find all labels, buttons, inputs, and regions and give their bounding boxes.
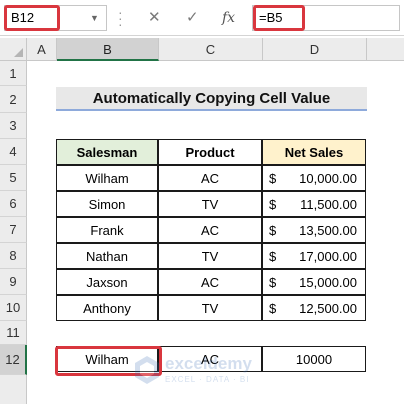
sales-amount: 12,500.00: [299, 301, 357, 316]
cell-product[interactable]: TV: [158, 191, 262, 217]
cell-net-sales[interactable]: $ 10,000.00: [262, 165, 366, 191]
column-header-b[interactable]: B: [57, 38, 159, 61]
row-header-7[interactable]: 7: [0, 217, 27, 243]
cell-net-sales[interactable]: $ 17,000.00: [262, 243, 366, 269]
cell-salesman[interactable]: Simon: [56, 191, 158, 217]
row-header-2[interactable]: 2: [0, 86, 27, 113]
sales-amount: 17,000.00: [299, 249, 357, 264]
cell-product[interactable]: AC: [158, 269, 262, 295]
currency-symbol: $: [269, 223, 277, 238]
sales-amount: 13,500.00: [299, 223, 357, 238]
name-box-highlight: [4, 5, 60, 31]
row-header-8[interactable]: 8: [0, 243, 27, 269]
sheet-title: Automatically Copying Cell Value: [56, 87, 367, 111]
copied-sales-cell[interactable]: 10000: [262, 346, 366, 372]
header-salesman[interactable]: Salesman: [56, 139, 158, 165]
currency-symbol: $: [269, 301, 277, 316]
row-header-3[interactable]: 3: [0, 113, 27, 139]
cell-product[interactable]: TV: [158, 295, 262, 321]
row-header-1[interactable]: 1: [0, 61, 27, 86]
sales-amount: 11,500.00: [300, 197, 357, 212]
row-header-13[interactable]: [0, 375, 27, 404]
header-net-sales[interactable]: Net Sales: [262, 139, 366, 165]
cell-net-sales[interactable]: $ 11,500.00: [262, 191, 366, 217]
formula-highlight: [253, 5, 305, 31]
select-all-button[interactable]: [0, 38, 27, 61]
sales-amount: 10,000.00: [299, 171, 357, 186]
cell-product[interactable]: AC: [158, 165, 262, 191]
cell-salesman[interactable]: Nathan: [56, 243, 158, 269]
row-header-4[interactable]: 4: [0, 139, 27, 165]
enter-icon[interactable]: ✓: [186, 8, 199, 28]
cell-net-sales[interactable]: $ 12,500.00: [262, 295, 366, 321]
row-header-6[interactable]: 6: [0, 191, 27, 217]
row-header-10[interactable]: 10: [0, 295, 27, 321]
cell-salesman[interactable]: Frank: [56, 217, 158, 243]
column-header-a[interactable]: A: [27, 38, 57, 61]
chevron-down-icon[interactable]: ▼: [90, 13, 99, 23]
currency-symbol: $: [269, 197, 277, 212]
watermark-tagline: EXCEL · DATA · BI: [165, 375, 250, 384]
cell-product[interactable]: TV: [158, 243, 262, 269]
column-header-d[interactable]: D: [263, 38, 367, 61]
insert-function-icon[interactable]: fx: [222, 8, 235, 28]
column-header-c[interactable]: C: [159, 38, 263, 61]
copied-product-cell[interactable]: AC: [158, 346, 262, 372]
drag-handle-icon[interactable]: · · ·: [118, 5, 123, 31]
active-cell-highlight: [55, 346, 162, 376]
header-product[interactable]: Product: [158, 139, 262, 165]
cell-salesman[interactable]: Wilham: [56, 165, 158, 191]
cell-salesman[interactable]: Jaxson: [56, 269, 158, 295]
cell-product[interactable]: AC: [158, 217, 262, 243]
column-header-e[interactable]: [367, 38, 404, 61]
row-header-12[interactable]: 12: [0, 345, 27, 375]
row-header-9[interactable]: 9: [0, 269, 27, 295]
row-header-11[interactable]: 11: [0, 321, 27, 345]
cancel-icon[interactable]: ✕: [148, 8, 161, 28]
cell-net-sales[interactable]: $ 15,000.00: [262, 269, 366, 295]
currency-symbol: $: [269, 171, 277, 186]
cell-net-sales[interactable]: $ 13,500.00: [262, 217, 366, 243]
currency-symbol: $: [269, 249, 277, 264]
currency-symbol: $: [269, 275, 277, 290]
sales-amount: 15,000.00: [299, 275, 357, 290]
cell-salesman[interactable]: Anthony: [56, 295, 158, 321]
row-header-5[interactable]: 5: [0, 165, 27, 191]
